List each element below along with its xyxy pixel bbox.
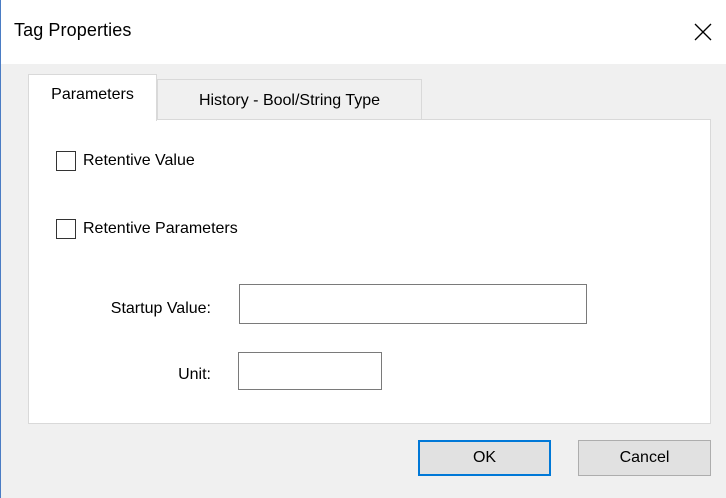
parameters-panel: Retentive Value Retentive Parameters Sta… (28, 119, 711, 424)
cancel-button-label: Cancel (619, 449, 670, 466)
close-button[interactable] (680, 0, 726, 64)
tab-parameters-label: Parameters (51, 86, 134, 103)
retentive-value-row[interactable]: Retentive Value (56, 151, 195, 171)
retentive-value-checkbox[interactable] (56, 151, 76, 171)
unit-input[interactable] (238, 352, 382, 390)
retentive-value-label: Retentive Value (83, 152, 195, 169)
retentive-parameters-checkbox[interactable] (56, 219, 76, 239)
tab-history-label: History - Bool/String Type (198, 91, 381, 109)
tab-history-bool-string-type[interactable]: History - Bool/String Type (157, 79, 422, 119)
startup-value-label: Startup Value: (110, 300, 211, 317)
startup-value-input[interactable] (239, 284, 587, 324)
ok-button[interactable]: OK (418, 440, 551, 476)
tab-parameters[interactable]: Parameters (28, 74, 157, 121)
title-bar: Tag Properties (1, 0, 726, 64)
tag-properties-dialog: Tag Properties Parameters History - Bool… (0, 0, 726, 498)
retentive-parameters-row[interactable]: Retentive Parameters (56, 219, 238, 239)
ok-button-label: OK (472, 449, 497, 466)
unit-label: Unit: (178, 366, 211, 383)
retentive-parameters-label: Retentive Parameters (83, 220, 238, 237)
cancel-button[interactable]: Cancel (578, 440, 711, 476)
close-icon (694, 23, 712, 41)
dialog-title: Tag Properties (14, 20, 132, 40)
